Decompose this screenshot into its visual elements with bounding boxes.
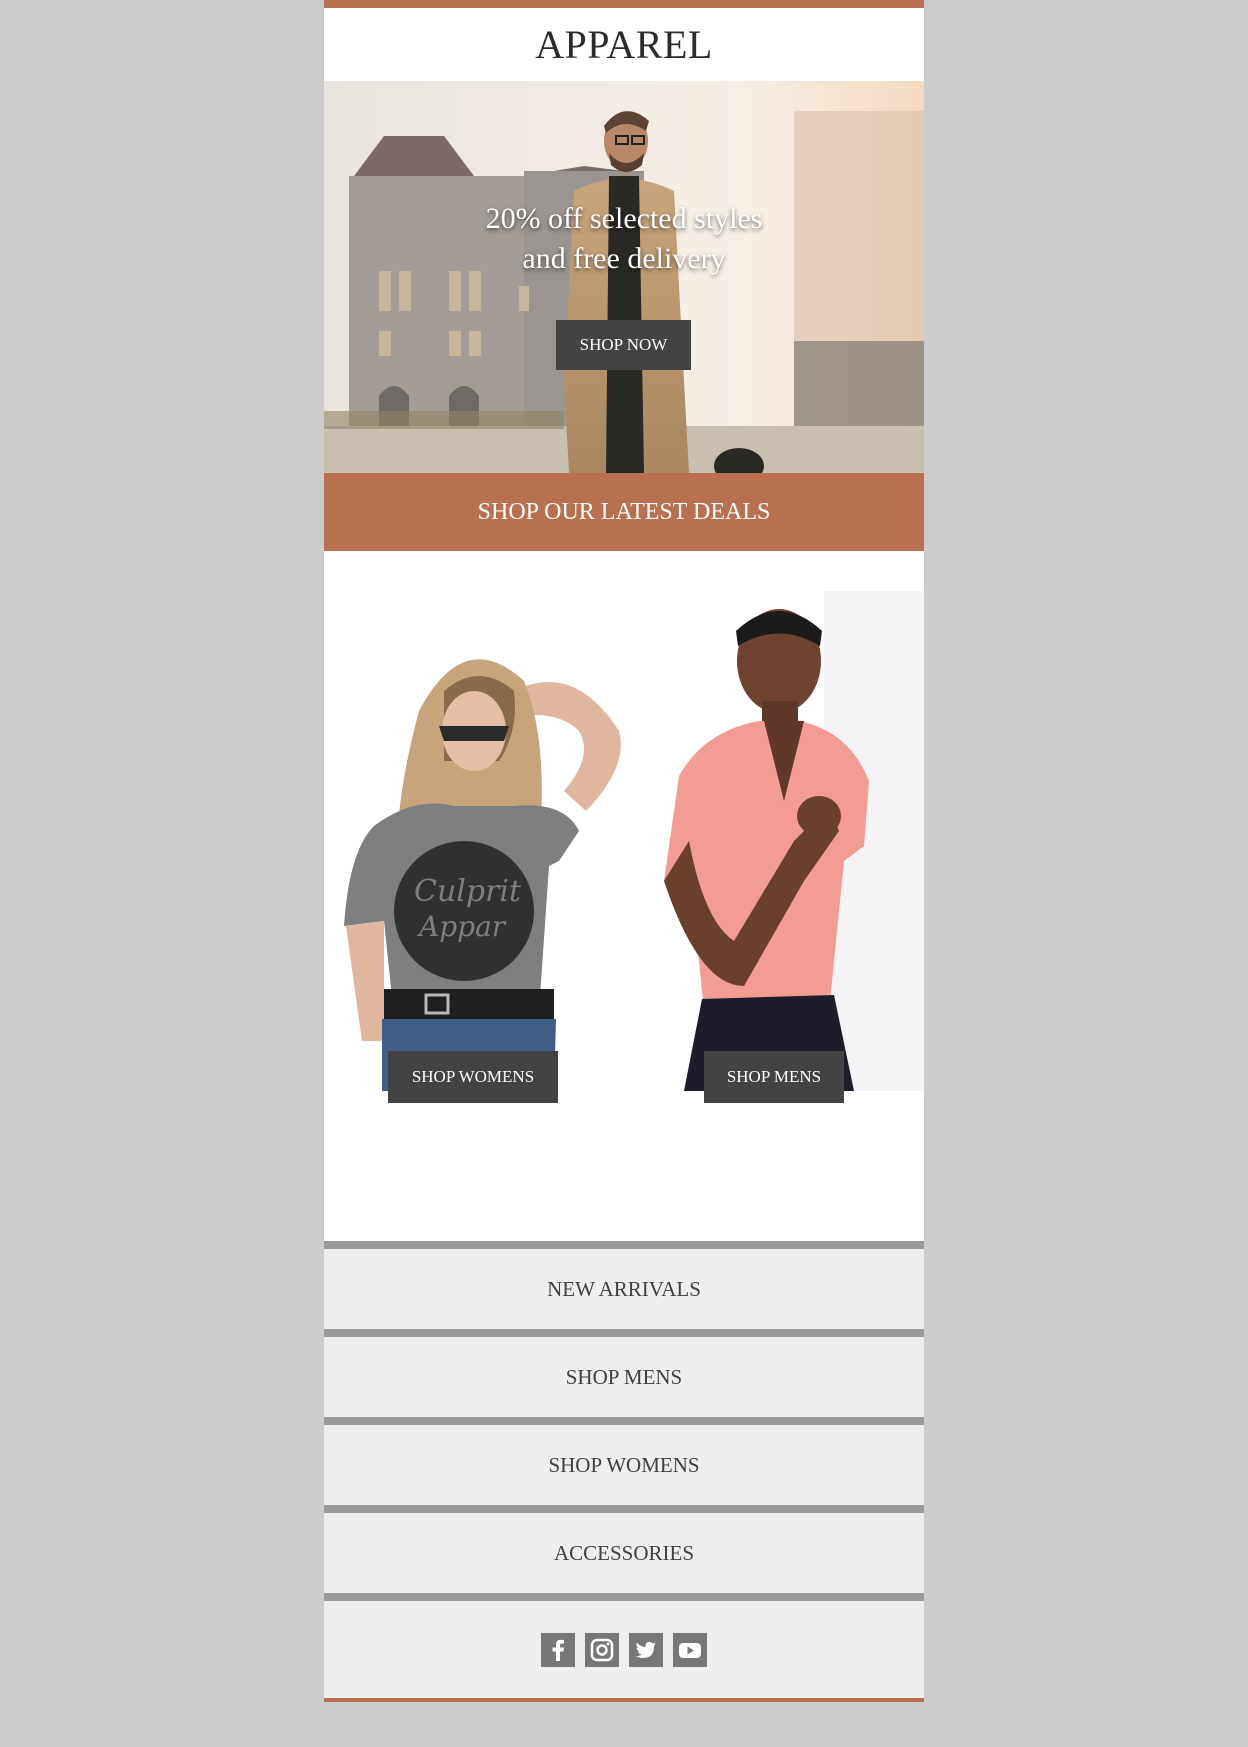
- youtube-link[interactable]: [673, 1632, 707, 1667]
- youtube-icon: [679, 1642, 701, 1658]
- brand-title[interactable]: APPAREL: [324, 8, 924, 81]
- instagram-icon: [590, 1638, 614, 1661]
- top-accent-bar: [324, 0, 924, 8]
- nav-shop-mens[interactable]: SHOP MENS: [324, 1329, 924, 1417]
- womens-product-image[interactable]: Culprit Appar: [324, 591, 624, 1091]
- twitter-link[interactable]: [629, 1632, 663, 1667]
- hero-banner[interactable]: 20% off selected styles and free deliver…: [324, 81, 924, 473]
- hero-headline: 20% off selected styles and free deliver…: [324, 199, 924, 279]
- mens-product-image[interactable]: [624, 591, 924, 1091]
- nav-shop-womens[interactable]: SHOP WOMENS: [324, 1417, 924, 1505]
- product-section: Culprit Appar SHOP WOMENS SHOP MENS: [324, 551, 924, 1241]
- email-container: APPAREL 20% off selected styles and free…: [324, 0, 924, 1702]
- shirt-print-line-2: Appar: [416, 910, 507, 943]
- hero-headline-line-1: 20% off selected styles: [485, 202, 763, 235]
- shop-now-button[interactable]: SHOP NOW: [556, 320, 691, 370]
- instagram-link[interactable]: [585, 1632, 619, 1667]
- twitter-icon: [636, 1641, 656, 1658]
- social-links: [324, 1593, 924, 1698]
- facebook-icon: [552, 1639, 564, 1661]
- nav-new-arrivals[interactable]: NEW ARRIVALS: [324, 1241, 924, 1329]
- bottom-accent-bar: [324, 1698, 924, 1702]
- shop-mens-button[interactable]: SHOP MENS: [704, 1051, 844, 1103]
- deals-heading: SHOP OUR LATEST DEALS: [324, 473, 924, 551]
- shop-womens-button[interactable]: SHOP WOMENS: [388, 1051, 558, 1103]
- nav-accessories[interactable]: ACCESSORIES: [324, 1505, 924, 1593]
- facebook-link[interactable]: [541, 1632, 575, 1667]
- shirt-print-line-1: Culprit: [414, 874, 522, 909]
- hero-headline-line-2: and free delivery: [522, 242, 726, 275]
